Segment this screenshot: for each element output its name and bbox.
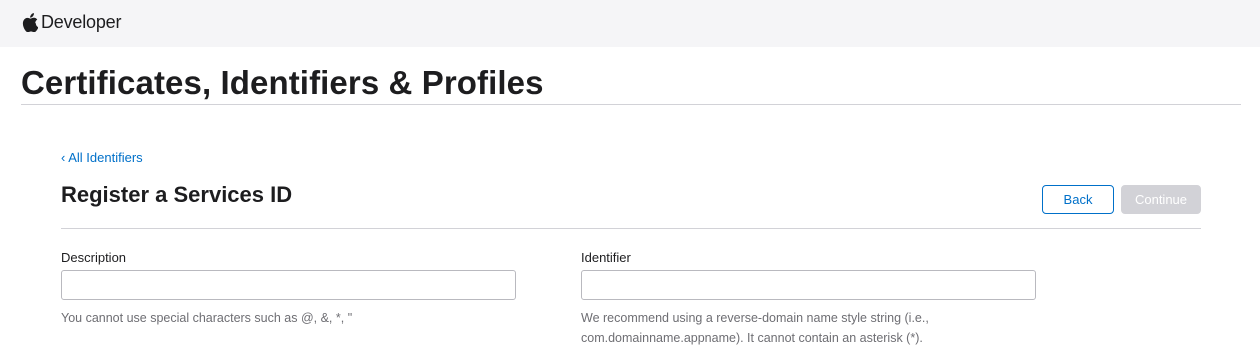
description-label: Description bbox=[61, 250, 127, 265]
brand-text: Developer bbox=[41, 11, 122, 32]
title-divider bbox=[21, 104, 1241, 105]
page-title: Certificates, Identifiers & Profiles bbox=[21, 64, 544, 101]
description-field[interactable] bbox=[61, 270, 516, 300]
identifier-field[interactable] bbox=[581, 270, 1036, 300]
developer-home-link[interactable]: Developer bbox=[22, 10, 121, 34]
apple-logo-icon bbox=[22, 12, 38, 32]
identifier-help-text: We recommend using a reverse-domain name… bbox=[581, 311, 929, 345]
description-help-text: You cannot use special characters such a… bbox=[61, 311, 353, 325]
global-nav: Developer bbox=[0, 0, 1260, 47]
section-title: Register a Services ID bbox=[61, 182, 293, 207]
identifier-label: Identifier bbox=[581, 250, 631, 265]
back-button[interactable]: Back bbox=[1042, 185, 1114, 214]
continue-button[interactable]: Continue bbox=[1121, 185, 1201, 214]
all-identifiers-link[interactable]: ‹ All Identifiers bbox=[61, 150, 143, 165]
section-divider bbox=[61, 228, 1201, 229]
